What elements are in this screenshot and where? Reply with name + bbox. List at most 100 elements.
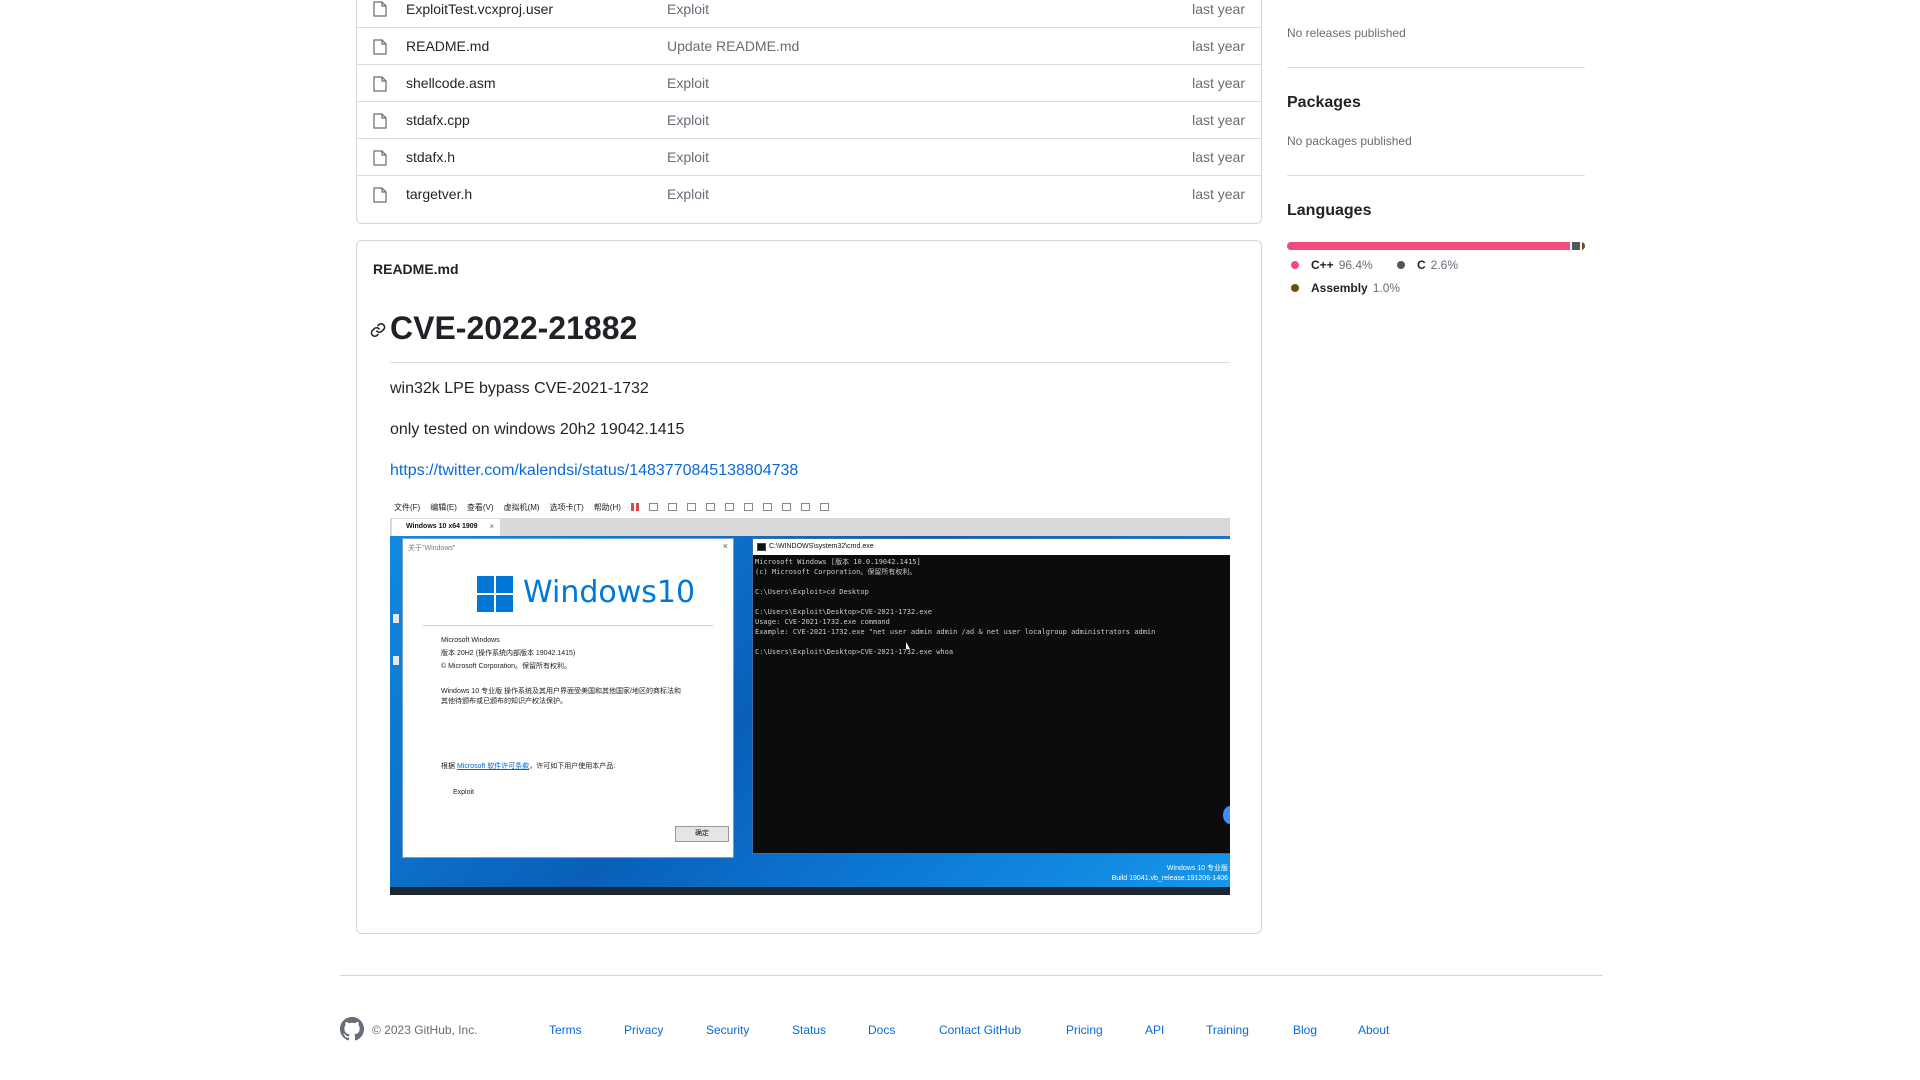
language-name: C (1417, 258, 1426, 272)
language-percent: 96.4% (1338, 258, 1373, 272)
language-item-cpp[interactable]: C++ 96.4% (1291, 258, 1373, 272)
footer-link-pricing[interactable]: Pricing (1066, 1023, 1103, 1037)
about-line: 版本 20H2 (操作系统内部版本 19042.1415) (441, 650, 576, 657)
taskbar (390, 887, 1230, 895)
language-bar-segment (1572, 242, 1581, 250)
desktop-icon (393, 656, 399, 665)
file-row[interactable]: targetver.h Exploit last year (357, 175, 1261, 212)
language-item-c[interactable]: C 2.6% (1397, 258, 1458, 272)
language-dot-icon (1291, 284, 1299, 292)
file-name-link[interactable]: stdafx.cpp (406, 112, 470, 128)
vm-tab-label: Windows 10 x64 1909 (406, 523, 478, 530)
license-suffix: ，许可如下用户使用本产品: (529, 763, 616, 770)
file-icon (373, 39, 387, 55)
pause-icon (630, 503, 639, 511)
vm-menu-item: 编辑(E) (430, 502, 457, 512)
twitter-status-link[interactable]: https://twitter.com/kalendsi/status/1483… (390, 462, 798, 480)
file-icon (373, 150, 387, 166)
footer-link-training[interactable]: Training (1206, 1023, 1249, 1037)
releases-empty-text: No releases published (1287, 26, 1406, 40)
license-prefix: 根据 (441, 763, 457, 770)
commit-message-link[interactable]: Exploit (667, 1, 709, 17)
commit-message-link[interactable]: Update README.md (667, 38, 799, 54)
github-logo-icon[interactable] (340, 1017, 364, 1041)
language-name: Assembly (1311, 281, 1368, 295)
file-icon (373, 113, 387, 129)
file-row[interactable]: shellcode.asm Exploit last year (357, 64, 1261, 101)
desktop-watermark: Windows 10 专业版 (1166, 865, 1228, 872)
packages-heading-link[interactable]: Packages (1287, 94, 1361, 112)
file-row[interactable]: ExploitTest.vcxproj.user Exploit last ye… (357, 0, 1261, 27)
desktop-widget-icon (1223, 806, 1230, 824)
commit-age: last year (1192, 38, 1245, 54)
about-line: © Microsoft Corporation。保留所有权利。 (441, 663, 572, 670)
file-icon (373, 187, 387, 203)
commit-message-link[interactable]: Exploit (667, 112, 709, 128)
vm-tabbar: Windows 10 x64 1909 × (390, 518, 1230, 536)
commit-message-link[interactable]: Exploit (667, 149, 709, 165)
commit-age: last year (1192, 0, 1245, 17)
readme-heading: CVE-2022-21882 (390, 310, 638, 346)
vm-menu-item: 选项卡(T) (549, 502, 584, 512)
cmd-title-text: C:\WINDOWS\system32\cmd.exe (769, 543, 874, 550)
packages-empty-text: No packages published (1287, 134, 1412, 148)
vm-menu-item: 虚拟机(M) (503, 502, 540, 512)
close-icon: × (722, 541, 728, 551)
file-icon (373, 76, 387, 92)
language-percent: 1.0% (1372, 281, 1401, 295)
close-icon: × (489, 522, 494, 531)
language-name: C++ (1311, 258, 1334, 272)
licensee-name: Exploit (453, 789, 475, 796)
windows-brand: Windows10 (523, 575, 696, 610)
footer-link-about[interactable]: About (1358, 1023, 1389, 1037)
vm-menu-item: 文件(F) (394, 502, 421, 512)
snapshot-icon (667, 503, 677, 511)
file-row[interactable]: stdafx.cpp Exploit last year (357, 101, 1261, 138)
footer-link-status[interactable]: Status (792, 1023, 826, 1037)
mouse-cursor-icon (906, 642, 910, 649)
commit-message-link[interactable]: Exploit (667, 186, 709, 202)
footer-link-blog[interactable]: Blog (1293, 1023, 1317, 1037)
footer-link-api[interactable]: API (1145, 1023, 1164, 1037)
footer-link-docs[interactable]: Docs (868, 1023, 895, 1037)
language-percent: 2.6% (1430, 258, 1459, 272)
readme-filename-link[interactable]: README.md (373, 261, 459, 277)
language-item-assembly[interactable]: Assembly 1.0% (1291, 281, 1400, 295)
file-name-link[interactable]: ExploitTest.vcxproj.user (406, 1, 553, 17)
readme-paragraph: only tested on windows 20h2 19042.1415 (390, 421, 685, 438)
commit-message-link[interactable]: Exploit (667, 75, 709, 91)
footer-link-contact[interactable]: Contact GitHub (939, 1023, 1021, 1037)
file-row[interactable]: README.md Update README.md last year (357, 27, 1261, 64)
readme-panel: README.md CVE-2022-21882 win32k LPE bypa… (356, 240, 1262, 934)
heading-divider (390, 362, 1230, 363)
file-name-link[interactable]: shellcode.asm (406, 75, 496, 91)
desktop-watermark: Build 19041.vb_release.191206-1406 (1111, 875, 1228, 882)
license-link: Microsoft 软件许可条款 (456, 763, 530, 770)
commit-age: last year (1192, 75, 1245, 91)
sidebar-divider (1287, 175, 1585, 176)
vm-tab: Windows 10 x64 1909 × (392, 519, 500, 536)
file-name-link[interactable]: README.md (406, 38, 489, 54)
about-titlebar: 关于"Windows" × (403, 539, 733, 555)
file-name-link[interactable]: targetver.h (406, 186, 472, 202)
desktop-icon (393, 614, 399, 623)
footer-divider (340, 975, 1603, 976)
link-icon[interactable] (369, 321, 387, 339)
footer-link-terms[interactable]: Terms (549, 1023, 582, 1037)
footer-link-privacy[interactable]: Privacy (624, 1023, 663, 1037)
view-icon (743, 503, 753, 511)
about-windows-dialog: 关于"Windows" × Windows10 Microsoft Window… (402, 538, 734, 858)
footer-copyright: © 2023 GitHub, Inc. (372, 1023, 478, 1037)
file-row[interactable]: stdafx.h Exploit last year (357, 138, 1261, 175)
vm-menu-item: 查看(V) (466, 502, 494, 512)
file-list: ExploitTest.vcxproj.user Exploit last ye… (356, 0, 1262, 224)
cmd-window: C:\WINDOWS\system32\cmd.exe Microsoft Wi… (752, 538, 1230, 854)
language-bar-segment (1582, 242, 1585, 250)
language-bar (1287, 242, 1585, 250)
about-line: 其他待颁布或已颁布的知识产权法保护。 (441, 698, 567, 705)
sidebar-divider (1287, 67, 1585, 68)
footer-link-security[interactable]: Security (706, 1023, 749, 1037)
file-name-link[interactable]: stdafx.h (406, 149, 455, 165)
about-title-text: 关于"Windows" (408, 545, 456, 552)
languages-heading: Languages (1287, 202, 1372, 219)
